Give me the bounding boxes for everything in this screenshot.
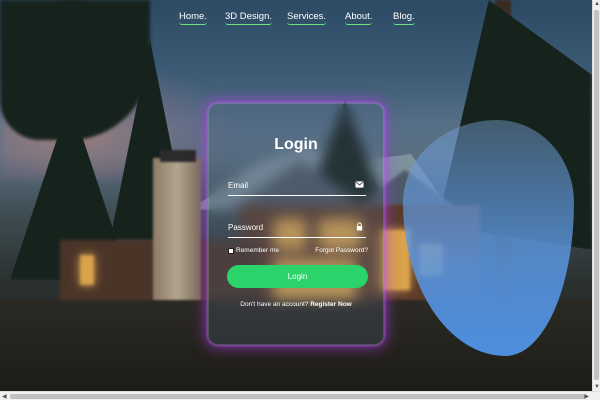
scroll-down-arrow-icon[interactable]: ▼ — [594, 384, 600, 390]
envelope-icon — [355, 181, 364, 188]
password-input[interactable] — [228, 218, 348, 236]
chimney-cap — [160, 150, 196, 162]
scroll-right-arrow-icon[interactable]: ▶ — [584, 393, 589, 400]
login-options: Remember me Forgot Password? — [228, 247, 368, 257]
remember-checkbox[interactable] — [228, 247, 234, 254]
nav-about[interactable]: About. — [345, 11, 373, 25]
scroll-left-arrow-icon[interactable]: ◀ — [2, 393, 7, 400]
stone-chimney — [153, 158, 201, 323]
horizontal-scroll-thumb[interactable] — [10, 394, 586, 399]
top-nav: Home. 3D Design. Services. About. Blog. — [0, 11, 592, 29]
scroll-up-arrow-icon[interactable]: ▲ — [594, 1, 600, 7]
login-title: Login — [274, 136, 318, 153]
login-card: Login Remember me Forgot Password? Login… — [208, 103, 384, 345]
register-prompt: Don't have an account? — [240, 301, 309, 308]
password-field — [228, 218, 366, 238]
email-input[interactable] — [228, 176, 348, 194]
horizontal-scrollbar[interactable]: ◀ ▶ — [0, 391, 600, 400]
vertical-scrollbar[interactable]: ▲ ▼ — [592, 0, 600, 391]
remember-me[interactable]: Remember me — [228, 247, 279, 254]
nav-home[interactable]: Home. — [179, 11, 207, 25]
register-row: Don't have an account? Register Now — [209, 301, 383, 308]
email-field — [228, 176, 366, 196]
nav-blog[interactable]: Blog. — [393, 11, 415, 25]
login-button[interactable]: Login — [227, 265, 368, 288]
nav-3d-design[interactable]: 3D Design. — [225, 11, 272, 25]
register-link[interactable]: Register Now — [310, 301, 352, 308]
vertical-scroll-thumb[interactable] — [594, 10, 599, 380]
nav-services[interactable]: Services. — [287, 11, 327, 25]
lock-icon — [356, 222, 363, 231]
remember-label: Remember me — [236, 247, 279, 254]
forgot-password-link[interactable]: Forgot Password? — [315, 247, 368, 254]
